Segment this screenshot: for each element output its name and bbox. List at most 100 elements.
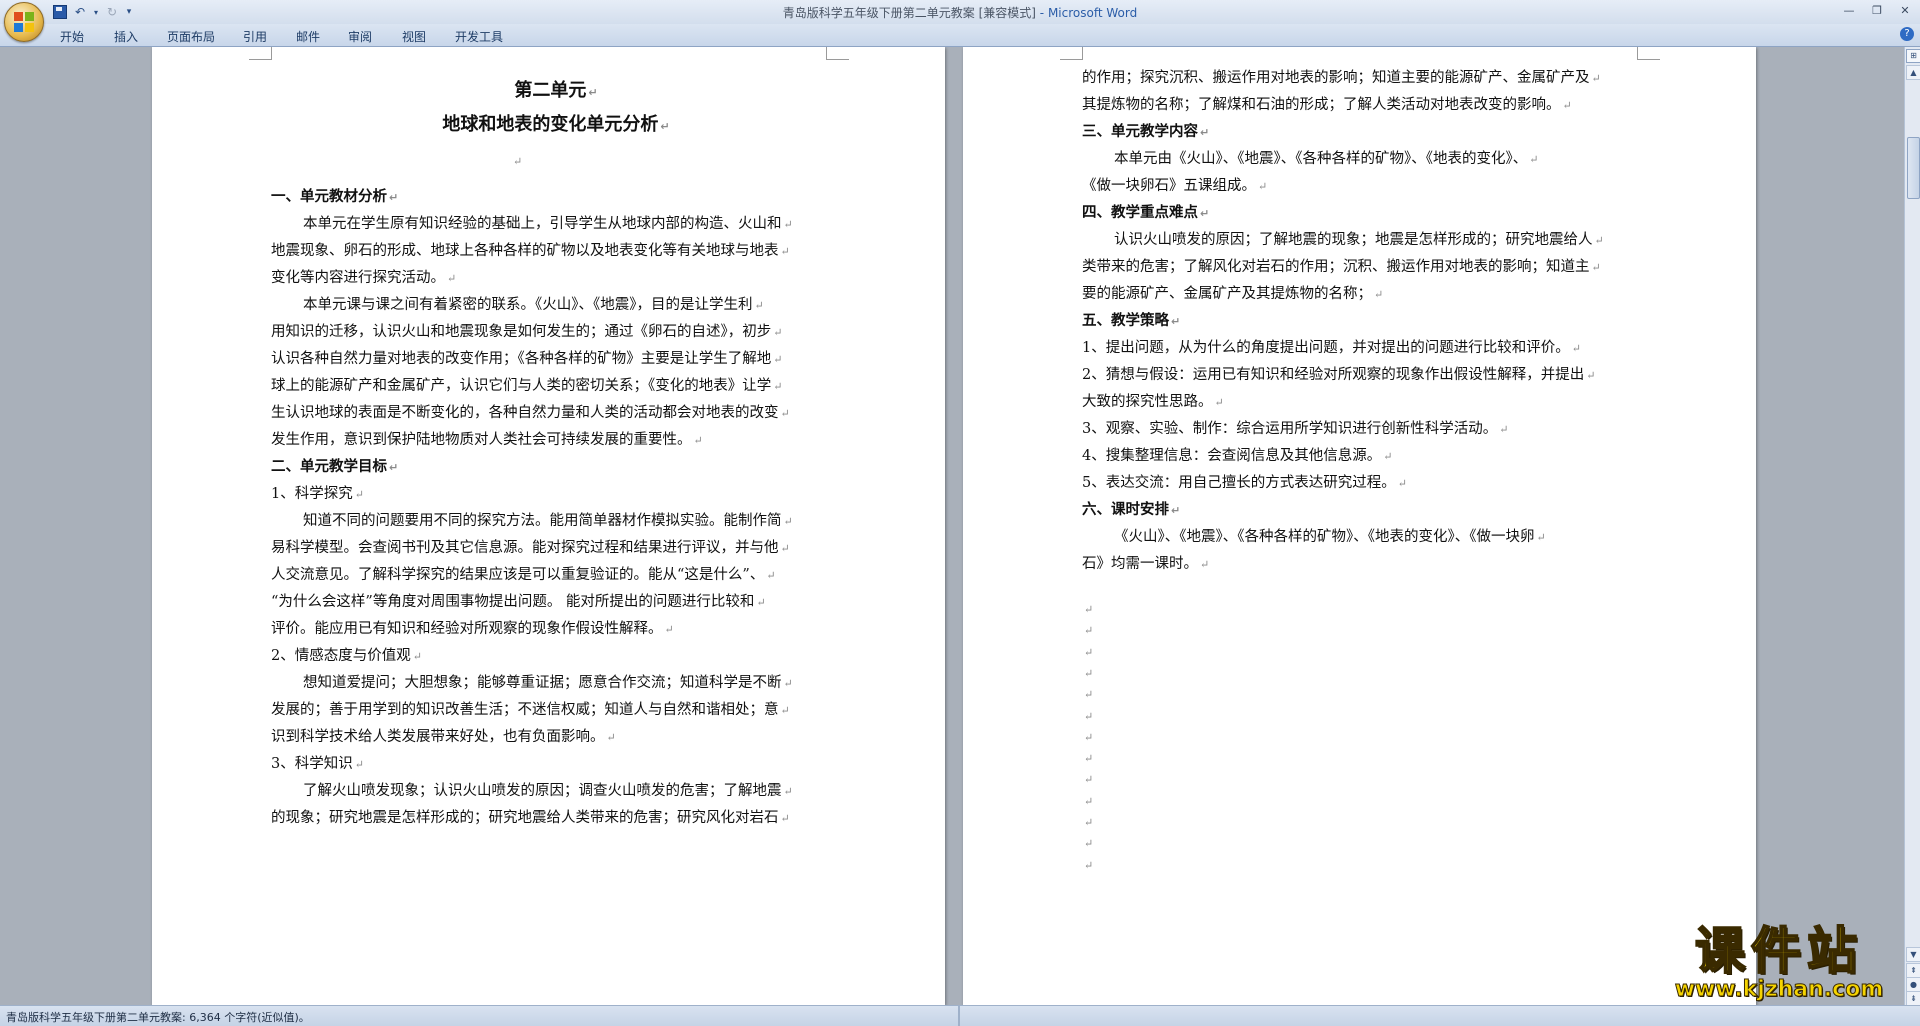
paragraph-mark: ↵ <box>1499 423 1509 436</box>
vertical-scrollbar[interactable]: ⊞ ▲ ▼ ⇞ ● ⇟ <box>1904 47 1920 1006</box>
paragraph-mark: ↵ <box>783 515 793 528</box>
tab-insert[interactable]: 插入 <box>114 28 138 45</box>
paragraph-line: 知道不同的问题要用不同的探究方法。能用简单器材作模拟实验。能制作简 ↵ <box>303 513 793 529</box>
paragraph-mark: ↵ <box>1383 450 1393 463</box>
paragraph-mark: ↵ <box>693 434 703 447</box>
previous-page-icon[interactable]: ⇞ <box>1906 963 1920 978</box>
maximize-icon[interactable]: ❐ <box>1866 2 1888 18</box>
watermark: 课件站 www.kjzhan.com <box>1664 922 1894 1002</box>
empty-paragraph: ↵ <box>1084 837 1094 851</box>
paragraph-mark: ↵ <box>754 299 764 312</box>
tab-home[interactable]: 开始 <box>60 28 84 45</box>
ribbon-tabs: 开始 插入 页面布局 引用 邮件 审阅 视图 开发工具 ? <box>0 24 1920 47</box>
scroll-down-icon[interactable]: ▼ <box>1906 947 1920 962</box>
paragraph-mark: ↵ <box>389 461 399 474</box>
page-1[interactable]: 第二单元 ↵ 地球和地表的变化单元分析 ↵ ↵ 一、单元教材分析 ↵ 本单元在学生原有知… <box>152 47 945 1005</box>
document-title: 青岛版科学五年级下册第二单元教案 [兼容模式] <box>782 6 1036 20</box>
status-word-count[interactable]: 青岛版科学五年级下册第二单元教案: 6,364 个字符(近似值)。 <box>6 1009 310 1025</box>
paragraph-line: 《做一块卵石》五课组成。 ↵ <box>1082 178 1268 194</box>
view-ruler-icon[interactable]: ⊞ <box>1906 49 1920 63</box>
paragraph-mark: ↵ <box>1214 396 1224 409</box>
paragraph-line: 1、提出问题，从为什么的角度提出问题，并对提出的问题进行比较和评价。 ↵ <box>1082 340 1581 356</box>
paragraph-line: 人交流意见。了解科学探究的结果应该是可以重复验证的。能从“这是什么”、 ↵ <box>271 567 776 583</box>
empty-paragraph: ↵ <box>1084 709 1094 723</box>
paragraph-line: 要的能源矿产、金属矿产及其提炼物的名称； ↵ <box>1082 286 1384 302</box>
empty-paragraph: ↵ <box>1084 794 1094 808</box>
paragraph-mark: ↵ <box>354 488 364 501</box>
paragraph-line: 发生作用，意识到保护陆地物质对人类社会可持续发展的重要性。 ↵ <box>271 432 703 448</box>
paragraph-mark: ↵ <box>1594 234 1604 247</box>
paragraph-mark: ↵ <box>766 569 776 582</box>
paragraph-line: 的现象；研究地震是怎样形成的；研究地震给人类带来的危害；研究风化对岩石 ↵ <box>271 810 790 826</box>
page-2-text[interactable]: 的作用；探究沉积、搬运作用对地表的影响；知道主要的能源矿产、金属矿产及 ↵ 其提炼物… <box>1082 47 1642 1005</box>
empty-paragraph: ↵ <box>1084 773 1094 787</box>
status-bar: 青岛版科学五年级下册第二单元教案: 6,364 个字符(近似值)。 <box>0 1005 1920 1026</box>
tab-developer[interactable]: 开发工具 <box>455 28 503 45</box>
paragraph-line: 2、猜想与假设：运用已有知识和经验对所观察的现象作出假设性解释，并提出 ↵ <box>1082 367 1596 383</box>
doc-title-line1: 第二单元 ↵ <box>514 80 598 101</box>
page-1-text[interactable]: 第二单元 ↵ 地球和地表的变化单元分析 ↵ ↵ 一、单元教材分析 ↵ 本单元在学生原有知… <box>271 47 831 1005</box>
tab-review[interactable]: 审阅 <box>348 28 372 45</box>
watermark-main: 课件站 <box>1694 922 1863 980</box>
paragraph-mark: ↵ <box>664 623 674 636</box>
paragraph-mark: ↵ <box>1171 315 1181 328</box>
empty-paragraph: ↵ <box>1084 666 1094 680</box>
paragraph-line: 本单元在学生原有知识经验的基础上，引导学生从地球内部的构造、火山和 ↵ <box>303 216 793 232</box>
paragraph-mark: ↵ <box>354 758 364 771</box>
paragraph-mark: ↵ <box>756 596 766 609</box>
paragraph-line: 3、科学知识 ↵ <box>271 756 364 772</box>
paragraph-mark: ↵ <box>780 812 790 825</box>
paragraph-mark: ↵ <box>780 245 790 258</box>
paragraph-line: 评价。能应用已有知识和经验对所观察的现象作假设性解释。 ↵ <box>271 621 674 637</box>
watermark-url: www.kjzhan.com <box>1674 977 1884 1002</box>
paragraph-line: 用知识的迁移，认识火山和地震现象是如何发生的；通过《卵石的自述》，初步 ↵ <box>271 324 783 340</box>
paragraph-mark: ↵ <box>1562 99 1572 112</box>
office-button[interactable] <box>4 2 44 42</box>
scroll-up-icon[interactable]: ▲ <box>1906 65 1920 80</box>
section-heading: 一、单元教材分析 ↵ <box>271 189 399 205</box>
browse-object-icon[interactable]: ● <box>1906 977 1920 992</box>
crop-mark <box>1060 47 1083 60</box>
empty-paragraph: ↵ <box>1084 645 1094 659</box>
tab-page-layout[interactable]: 页面布局 <box>167 28 215 45</box>
scroll-thumb[interactable] <box>1907 137 1920 199</box>
empty-paragraph: ↵ <box>1084 603 1094 616</box>
tab-mailings[interactable]: 邮件 <box>296 28 320 45</box>
paragraph-mark: ↵ <box>1374 288 1384 301</box>
empty-paragraph: ↵ <box>1084 624 1094 638</box>
tab-view[interactable]: 视图 <box>402 28 426 45</box>
paragraph-line: 生认识地球的表面是不断变化的，各种自然力量和人类的活动都会对地表的改变 ↵ <box>271 405 790 421</box>
paragraph-line: 地震现象、卵石的形成、地球上各种各样的矿物以及地表变化等有关地球与地表 ↵ <box>271 243 790 259</box>
paragraph-mark: ↵ <box>1586 369 1596 382</box>
paragraph-mark: ↵ <box>1171 504 1181 517</box>
section-heading: 三、单元教学内容 ↵ <box>1082 124 1210 140</box>
empty-paragraph: ↵ <box>513 155 523 168</box>
paragraph-line: “为什么会这样”等角度对周围事物提出问题。 能对所提出的问题进行比较和 ↵ <box>271 594 766 610</box>
document-area[interactable]: 第二单元 ↵ 地球和地表的变化单元分析 ↵ ↵ 一、单元教材分析 ↵ 本单元在学生原有知… <box>0 47 1905 1005</box>
paragraph-line: 2、情感态度与价值观 ↵ <box>271 648 422 664</box>
section-heading: 六、课时安排 ↵ <box>1082 502 1181 518</box>
title-bar: ↶ ▾ ↻ ▾ 青岛版科学五年级下册第二单元教案 [兼容模式] - Micros… <box>0 0 1920 24</box>
office-logo-icon <box>14 12 34 32</box>
page-2[interactable]: 的作用；探究沉积、搬运作用对地表的影响；知道主要的能源矿产、金属矿产及 ↵ 其提炼物… <box>963 47 1756 1005</box>
paragraph-mark: ↵ <box>773 353 783 366</box>
empty-paragraph: ↵ <box>1084 688 1094 702</box>
paragraph-mark: ↵ <box>1591 261 1601 274</box>
paragraph-mark: ↵ <box>1529 153 1539 166</box>
empty-paragraph: ↵ <box>1084 752 1094 766</box>
paragraph-mark: ↵ <box>447 272 457 285</box>
minimize-icon[interactable]: — <box>1838 2 1860 18</box>
paragraph-mark: ↵ <box>1591 72 1601 85</box>
tab-references[interactable]: 引用 <box>243 28 267 45</box>
help-icon[interactable]: ? <box>1900 27 1914 41</box>
close-icon[interactable]: ✕ <box>1894 2 1916 18</box>
paragraph-line: 3、观察、实验、制作：综合运用所学知识进行创新性科学活动。 ↵ <box>1082 421 1509 437</box>
paragraph-mark: ↵ <box>783 218 793 231</box>
paragraph-line: 本单元课与课之间有着紧密的联系。《火山》、《地震》，目的是让学生利 ↵ <box>303 297 764 313</box>
paragraph-line: 想知道爱提问；大胆想象；能够尊重证据；愿意合作交流；知道科学是不断 ↵ <box>303 675 793 691</box>
section-heading: 二、单元教学目标 ↵ <box>271 459 399 475</box>
paragraph-line: 的作用；探究沉积、搬运作用对地表的影响；知道主要的能源矿产、金属矿产及 ↵ <box>1082 70 1601 86</box>
next-page-icon[interactable]: ⇟ <box>1906 991 1920 1006</box>
paragraph-mark: ↵ <box>773 326 783 339</box>
paragraph-line: 易科学模型。会查阅书刊及其它信息源。能对探究过程和结果进行评议，并与他 ↵ <box>271 540 790 556</box>
